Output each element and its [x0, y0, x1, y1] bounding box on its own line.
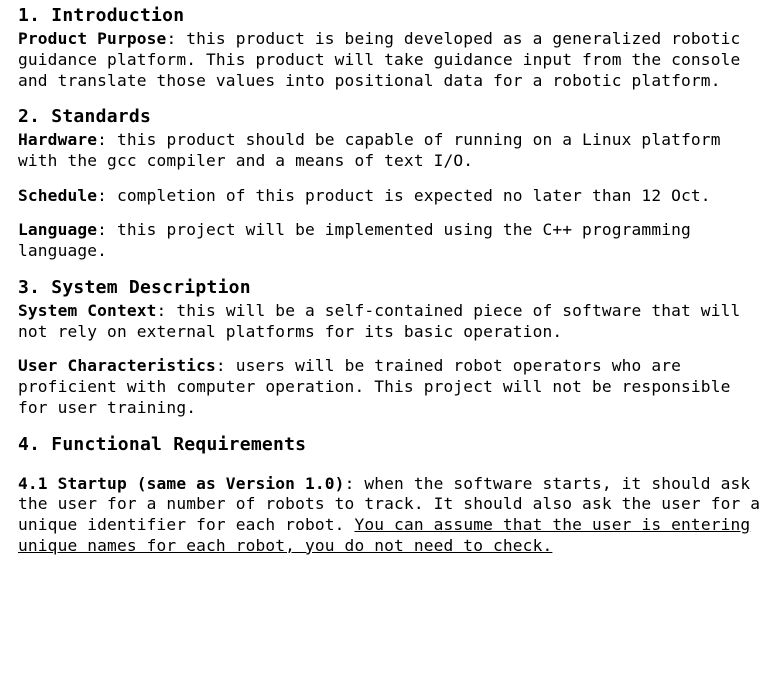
- para-hardware: Hardware: this product should be capable…: [18, 130, 766, 171]
- label-hardware: Hardware: [18, 130, 97, 149]
- para-startup: 4.1 Startup (same as Version 1.0): when …: [18, 474, 766, 557]
- para-schedule: Schedule: completion of this product is …: [18, 186, 766, 207]
- text-hardware: : this product should be capable of runn…: [18, 130, 721, 170]
- heading-introduction: 1. Introduction: [18, 4, 766, 27]
- label-schedule: Schedule: [18, 186, 97, 205]
- document-page: 1. Introduction Product Purpose: this pr…: [0, 0, 784, 589]
- text-schedule: : completion of this product is expected…: [97, 186, 711, 205]
- label-product-purpose: Product Purpose: [18, 29, 166, 48]
- label-user-characteristics: User Characteristics: [18, 356, 216, 375]
- label-language: Language: [18, 220, 97, 239]
- para-language: Language: this project will be implement…: [18, 220, 766, 261]
- para-system-context: System Context: this will be a self-cont…: [18, 301, 766, 342]
- label-system-context: System Context: [18, 301, 157, 320]
- para-user-characteristics: User Characteristics: users will be trai…: [18, 356, 766, 418]
- para-product-purpose: Product Purpose: this product is being d…: [18, 29, 766, 91]
- heading-functional-requirements: 4. Functional Requirements: [18, 433, 766, 456]
- heading-standards: 2. Standards: [18, 105, 766, 128]
- text-language: : this project will be implemented using…: [18, 220, 691, 260]
- heading-system-description: 3. System Description: [18, 276, 766, 299]
- label-startup: 4.1 Startup (same as Version 1.0): [18, 474, 345, 493]
